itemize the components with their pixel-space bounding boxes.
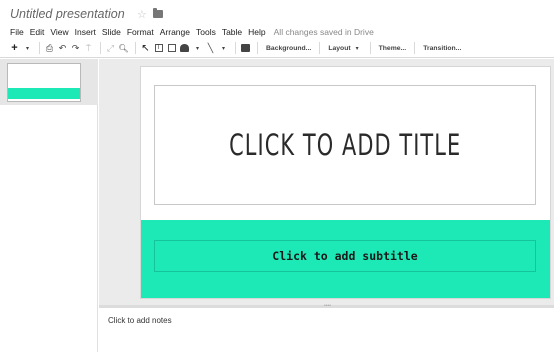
toolbar-divider (319, 42, 321, 54)
print-icon[interactable]: ⎙ (44, 42, 55, 55)
menu-file[interactable]: File (10, 27, 24, 37)
menu-table[interactable]: Table (222, 27, 242, 37)
theme-button[interactable]: Theme... (375, 42, 411, 55)
toolbar-divider (369, 42, 371, 54)
paint-format-icon[interactable]: ⍑ (83, 42, 94, 55)
subtitle-band: Click to add subtitle (141, 220, 550, 298)
zoom-icon[interactable]: 🔍︎ (118, 42, 129, 55)
text-box-icon[interactable]: T (153, 42, 164, 55)
select-icon[interactable]: ↖ (140, 42, 151, 55)
toolbar-divider (39, 42, 40, 54)
menu-arrange[interactable]: Arrange (160, 27, 190, 37)
shape-dropdown-icon[interactable]: ▾ (192, 42, 203, 55)
layout-button[interactable]: Layout (324, 42, 351, 55)
menu-tools[interactable]: Tools (196, 27, 216, 37)
star-icon[interactable]: ☆ (137, 8, 147, 21)
slide-filmstrip[interactable] (0, 59, 98, 352)
slide[interactable]: Click to add title Click to add subtitle (141, 67, 550, 298)
toolbar-divider (257, 42, 258, 54)
redo-icon[interactable]: ↷ (70, 42, 81, 55)
new-slide-icon[interactable]: + (9, 42, 20, 55)
transition-button[interactable]: Transition... (419, 42, 465, 55)
menu-bar: File Edit View Insert Slide Format Arran… (10, 26, 374, 38)
undo-icon[interactable]: ↶ (57, 42, 68, 55)
menu-insert[interactable]: Insert (75, 27, 96, 37)
thumbnail-band (8, 88, 80, 99)
toolbar-divider (100, 42, 101, 54)
slide-thumbnail[interactable] (7, 63, 81, 102)
toolbar-divider (135, 42, 136, 54)
background-button[interactable]: Background... (262, 42, 315, 55)
menu-help[interactable]: Help (248, 27, 265, 37)
title-placeholder: Click to add title (228, 128, 462, 162)
document-title[interactable]: Untitled presentation (10, 7, 125, 21)
slide-canvas-area[interactable]: Click to add title Click to add subtitle (99, 59, 554, 305)
speaker-notes[interactable]: Click to add notes (99, 308, 554, 352)
menu-slide[interactable]: Slide (102, 27, 121, 37)
fit-icon[interactable]: ⤢ (105, 42, 116, 55)
notes-placeholder: Click to add notes (108, 316, 172, 325)
layout-dropdown-icon[interactable]: ▾ (352, 42, 363, 55)
line-dropdown-icon[interactable]: ▾ (218, 42, 229, 55)
line-icon[interactable]: ╲ (205, 42, 216, 55)
shape-icon[interactable] (179, 42, 190, 55)
menu-edit[interactable]: Edit (30, 27, 45, 37)
toolbar-divider (235, 42, 236, 54)
toolbar: + ▾ ⎙ ↶ ↷ ⍑ ⤢ 🔍︎ ↖ T ▾ ╲ ▾ Background...… (0, 39, 554, 58)
folder-icon[interactable] (153, 8, 163, 18)
subtitle-placeholder: Click to add subtitle (272, 249, 418, 263)
slides-editor: Untitled presentation ☆ File Edit View I… (0, 0, 554, 352)
menu-format[interactable]: Format (127, 27, 154, 37)
comment-icon[interactable] (240, 42, 251, 55)
new-slide-dropdown-icon[interactable]: ▾ (22, 42, 33, 55)
filmstrip-selected-row[interactable] (0, 59, 98, 105)
title-placeholder-box[interactable]: Click to add title (154, 85, 536, 205)
menu-view[interactable]: View (50, 27, 68, 37)
image-icon[interactable] (166, 42, 177, 55)
save-status[interactable]: All changes saved in Drive (274, 27, 374, 37)
toolbar-divider (414, 42, 416, 54)
subtitle-placeholder-box[interactable]: Click to add subtitle (154, 240, 536, 272)
